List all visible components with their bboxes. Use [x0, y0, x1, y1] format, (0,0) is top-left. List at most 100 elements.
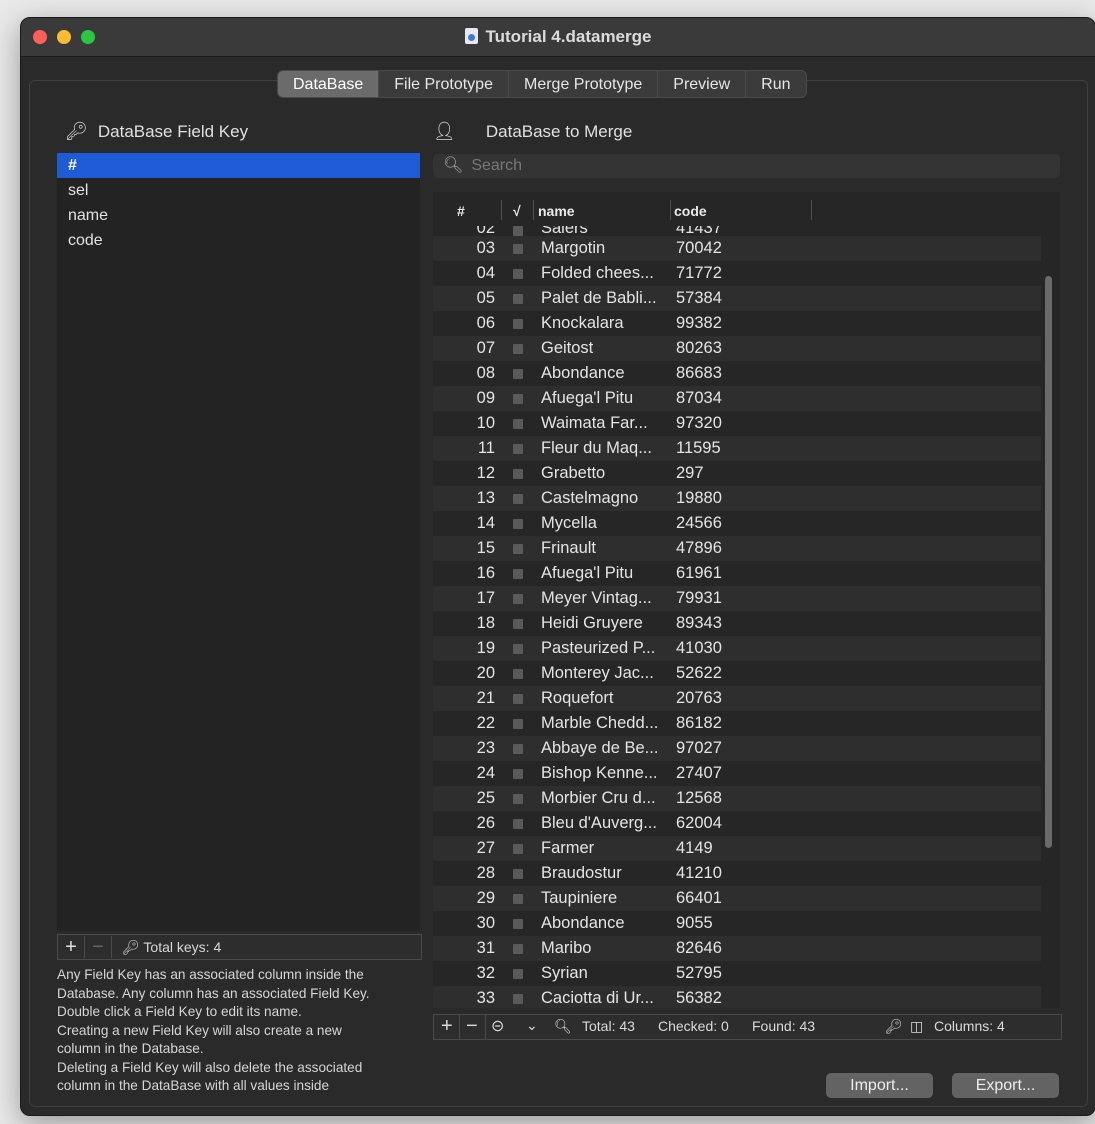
table-scrollbar[interactable]: [1045, 276, 1052, 848]
table-row[interactable]: 30 Abondance 9055: [433, 911, 1041, 936]
remove-field-key-button[interactable]: −: [85, 936, 112, 958]
table-row[interactable]: 12 Grabetto 297: [433, 461, 1041, 486]
table-row[interactable]: 04 Folded chees... 71772: [433, 261, 1041, 286]
key-icon[interactable]: 🔑︎: [885, 1018, 903, 1035]
table-row[interactable]: 28 Braudostur 41210: [433, 861, 1041, 886]
row-checkbox[interactable]: [513, 694, 523, 704]
row-checkbox[interactable]: [513, 669, 523, 679]
row-checkbox[interactable]: [513, 894, 523, 904]
row-checkbox[interactable]: [513, 344, 523, 354]
row-checkbox[interactable]: [513, 319, 523, 329]
row-checkbox[interactable]: [513, 494, 523, 504]
table-row[interactable]: 11 Fleur du Maq... 11595: [433, 436, 1041, 461]
row-name: Fleur du Maq...: [541, 439, 652, 457]
row-checkbox[interactable]: [513, 269, 523, 279]
add-row-button[interactable]: +: [441, 1015, 453, 1037]
row-checkbox[interactable]: [513, 294, 523, 304]
search-placeholder: Search: [471, 157, 523, 174]
row-checkbox[interactable]: [513, 544, 523, 554]
column-header-name[interactable]: name: [538, 203, 575, 219]
table-row[interactable]: 06 Knockalara 99382: [433, 311, 1041, 336]
row-number: 07: [476, 339, 495, 357]
table-row[interactable]: 10 Waimata Far... 97320: [433, 411, 1041, 436]
table-row[interactable]: 07 Geitost 80263: [433, 336, 1041, 361]
columns-icon[interactable]: ◫: [910, 1018, 923, 1035]
table-row[interactable]: 02 Salers 41437: [433, 226, 1041, 236]
row-checkbox[interactable]: [513, 794, 523, 804]
table-row[interactable]: 23 Abbaye de Be... 97027: [433, 736, 1041, 761]
tab-preview[interactable]: Preview: [658, 71, 747, 97]
row-name: Heidi Gruyere: [541, 614, 643, 632]
table-row[interactable]: 03 Margotin 70042: [433, 236, 1041, 261]
row-checkbox[interactable]: [513, 869, 523, 879]
row-checkbox[interactable]: [513, 594, 523, 604]
window-title: Tutorial 4.datamerge: [21, 27, 1095, 47]
table-row[interactable]: 16 Afuega'l Pitu 61961: [433, 561, 1041, 586]
row-name: Waimata Far...: [541, 414, 648, 432]
table-row[interactable]: 08 Abondance 86683: [433, 361, 1041, 386]
table-row[interactable]: 18 Heidi Gruyere 89343: [433, 611, 1041, 636]
column-header-selected[interactable]: √: [513, 203, 521, 219]
row-code: 297: [676, 464, 704, 482]
field-key-item[interactable]: code: [57, 228, 420, 253]
row-checkbox[interactable]: [513, 644, 523, 654]
table-row[interactable]: 26 Bleu d'Auverg... 62004: [433, 811, 1041, 836]
row-checkbox[interactable]: [513, 919, 523, 929]
row-checkbox[interactable]: [513, 519, 523, 529]
row-checkbox[interactable]: [513, 394, 523, 404]
table-row[interactable]: 13 Castelmagno 19880: [433, 486, 1041, 511]
row-name: Abondance: [541, 364, 625, 382]
table-row[interactable]: 27 Farmer 4149: [433, 836, 1041, 861]
table-row[interactable]: 14 Mycella 24566: [433, 511, 1041, 536]
export-button[interactable]: Export...: [952, 1073, 1059, 1098]
row-checkbox[interactable]: [513, 969, 523, 979]
table-row[interactable]: 17 Meyer Vintag... 79931: [433, 586, 1041, 611]
field-key-item[interactable]: sel: [57, 178, 420, 203]
table-row[interactable]: 20 Monterey Jac... 52622: [433, 661, 1041, 686]
table-row[interactable]: 19 Pasteurized P... 41030: [433, 636, 1041, 661]
tab-merge-prototype[interactable]: Merge Prototype: [509, 71, 659, 97]
table-row[interactable]: 32 Syrian 52795: [433, 961, 1041, 986]
table-row[interactable]: 05 Palet de Babli... 57384: [433, 286, 1041, 311]
search-input[interactable]: 🔍︎ Search: [433, 154, 1060, 178]
column-header-code[interactable]: code: [674, 203, 707, 219]
tab-run[interactable]: Run: [746, 71, 805, 97]
import-button[interactable]: Import...: [826, 1073, 933, 1098]
tab-database[interactable]: DataBase: [278, 71, 380, 97]
row-checkbox[interactable]: [513, 944, 523, 954]
column-header-number[interactable]: #: [457, 203, 465, 219]
table-row[interactable]: 25 Morbier Cru d... 12568: [433, 786, 1041, 811]
row-checkbox[interactable]: [513, 744, 523, 754]
row-checkbox[interactable]: [513, 994, 523, 1004]
row-number: 25: [476, 789, 495, 807]
table-row[interactable]: 21 Roquefort 20763: [433, 686, 1041, 711]
row-checkbox[interactable]: [513, 444, 523, 454]
more-options-icon[interactable]: ⊝: [491, 1016, 504, 1036]
row-checkbox[interactable]: [513, 469, 523, 479]
field-key-item[interactable]: #: [57, 153, 420, 178]
row-number: 28: [476, 864, 495, 882]
row-checkbox[interactable]: [513, 226, 523, 236]
table-row[interactable]: 33 Caciotta di Ur... 56382: [433, 986, 1041, 1008]
row-checkbox[interactable]: [513, 719, 523, 729]
row-checkbox[interactable]: [513, 769, 523, 779]
row-number: 12: [476, 464, 495, 482]
field-key-item[interactable]: name: [57, 203, 420, 228]
table-row[interactable]: 31 Maribo 82646: [433, 936, 1041, 961]
row-checkbox[interactable]: [513, 569, 523, 579]
row-checkbox[interactable]: [513, 419, 523, 429]
row-checkbox[interactable]: [513, 244, 523, 254]
table-row[interactable]: 09 Afuega'l Pitu 87034: [433, 386, 1041, 411]
table-row[interactable]: 24 Bishop Kenne... 27407: [433, 761, 1041, 786]
row-checkbox[interactable]: [513, 619, 523, 629]
table-row[interactable]: 29 Taupiniere 66401: [433, 886, 1041, 911]
row-checkbox[interactable]: [513, 369, 523, 379]
add-field-key-button[interactable]: +: [58, 936, 85, 958]
table-row[interactable]: 15 Frinault 47896: [433, 536, 1041, 561]
chevron-down-icon[interactable]: ⌄: [526, 1017, 538, 1034]
row-checkbox[interactable]: [513, 844, 523, 854]
tab-file-prototype[interactable]: File Prototype: [379, 71, 509, 97]
row-checkbox[interactable]: [513, 819, 523, 829]
table-row[interactable]: 22 Marble Chedd... 86182: [433, 711, 1041, 736]
remove-row-button[interactable]: −: [466, 1015, 478, 1037]
